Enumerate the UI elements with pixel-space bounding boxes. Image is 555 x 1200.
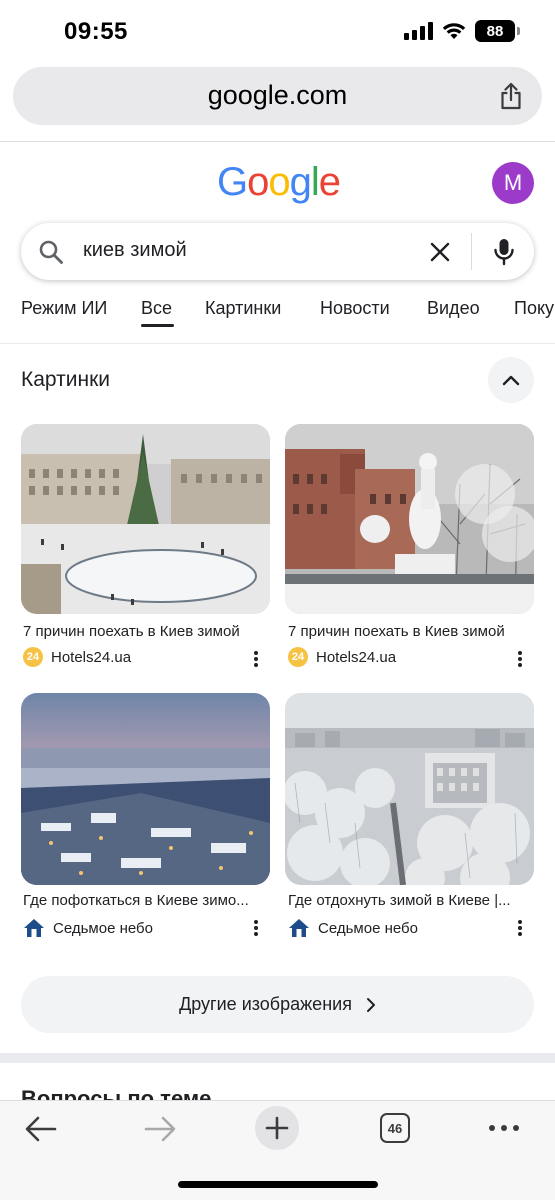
avatar[interactable]: M: [492, 162, 534, 204]
more-options-icon[interactable]: [251, 649, 261, 669]
images-section-title: Картинки: [21, 368, 110, 391]
logo-letter: g: [289, 160, 312, 204]
logo-letter: o: [268, 160, 290, 204]
search-icon: [39, 240, 63, 264]
image-result-title[interactable]: Где отдохнуть зимой в Киеве |...: [288, 892, 533, 909]
search-box[interactable]: киев зимой: [21, 223, 534, 280]
chevron-right-icon: [366, 997, 375, 1012]
home-indicator: [178, 1181, 378, 1188]
active-tab-indicator: [141, 324, 174, 327]
tab-ai-mode[interactable]: Режим ИИ: [21, 298, 107, 319]
source-name: Седьмое небо: [318, 919, 418, 937]
status-icons: 88: [404, 20, 520, 42]
tab-all[interactable]: Все: [141, 298, 172, 319]
image-result-title[interactable]: Где пофоткаться в Киеве зимо...: [23, 892, 268, 909]
tab-switcher-button[interactable]: 46: [380, 1113, 410, 1143]
image-result-source[interactable]: 24 Hotels24.ua: [23, 647, 131, 667]
more-options-icon[interactable]: [251, 918, 261, 938]
image-result-title[interactable]: 7 причин поехать в Киев зимой: [288, 623, 533, 640]
image-result-source[interactable]: Седьмое небо: [288, 917, 418, 939]
cellular-signal-icon: [404, 22, 433, 40]
logo-letter: o: [247, 160, 269, 204]
source-name: Hotels24.ua: [51, 648, 132, 666]
image-result-source[interactable]: 24 Hotels24.ua: [288, 647, 396, 667]
logo-letter: G: [217, 160, 248, 204]
tabs-divider: [0, 343, 555, 344]
logo-letter: l: [310, 160, 320, 204]
wifi-icon: [442, 23, 466, 39]
image-result-title[interactable]: 7 причин поехать в Киев зимой: [23, 623, 268, 640]
tab-news[interactable]: Новости: [320, 298, 390, 319]
hotels24-favicon-icon: 24: [288, 647, 308, 667]
logo-letter: e: [318, 160, 341, 204]
image-result-thumbnail[interactable]: [21, 693, 270, 885]
browser-divider: [0, 141, 555, 142]
image-result-source[interactable]: Седьмое небо: [23, 917, 153, 939]
tab-images[interactable]: Картинки: [205, 298, 281, 319]
hotels24-favicon-icon: 24: [23, 647, 43, 667]
house-favicon-icon: [24, 919, 44, 937]
house-favicon-icon: [289, 919, 309, 937]
collapse-button[interactable]: [488, 357, 534, 403]
plus-icon: [265, 1116, 289, 1140]
source-name: Седьмое небо: [53, 919, 153, 937]
share-icon[interactable]: [498, 81, 524, 111]
more-images-label: Другие изображения: [179, 994, 352, 1014]
image-result-thumbnail[interactable]: [285, 424, 534, 614]
source-name: Hotels24.ua: [316, 648, 397, 666]
section-separator: [0, 1053, 555, 1063]
status-bar: 09:55 88: [0, 0, 555, 62]
google-logo[interactable]: Google: [217, 160, 341, 205]
forward-arrow-icon[interactable]: [143, 1115, 177, 1143]
image-result-thumbnail[interactable]: [285, 693, 534, 885]
more-menu-icon[interactable]: [489, 1125, 519, 1131]
tab-shopping[interactable]: Поку: [514, 298, 554, 319]
image-result-thumbnail[interactable]: [21, 424, 270, 614]
more-images-button[interactable]: Другие изображения: [21, 976, 534, 1033]
status-time: 09:55: [64, 18, 128, 45]
more-options-icon[interactable]: [515, 918, 525, 938]
battery-icon: 88: [475, 20, 520, 42]
more-options-icon[interactable]: [515, 649, 525, 669]
related-questions-title: Вопросы по теме: [21, 1086, 212, 1100]
new-tab-button[interactable]: [255, 1106, 299, 1150]
back-arrow-icon[interactable]: [24, 1115, 58, 1143]
search-separator: [471, 233, 472, 270]
chevron-up-icon: [502, 375, 520, 386]
clear-icon[interactable]: [429, 241, 451, 263]
search-tabs: Режим ИИ Все Картинки Новости Видео Поку: [0, 298, 555, 342]
url-text: google.com: [207, 80, 348, 110]
search-input[interactable]: киев зимой: [83, 239, 187, 262]
microphone-icon[interactable]: [491, 237, 517, 267]
address-bar[interactable]: google.com: [13, 67, 542, 125]
tab-videos[interactable]: Видео: [427, 298, 480, 319]
